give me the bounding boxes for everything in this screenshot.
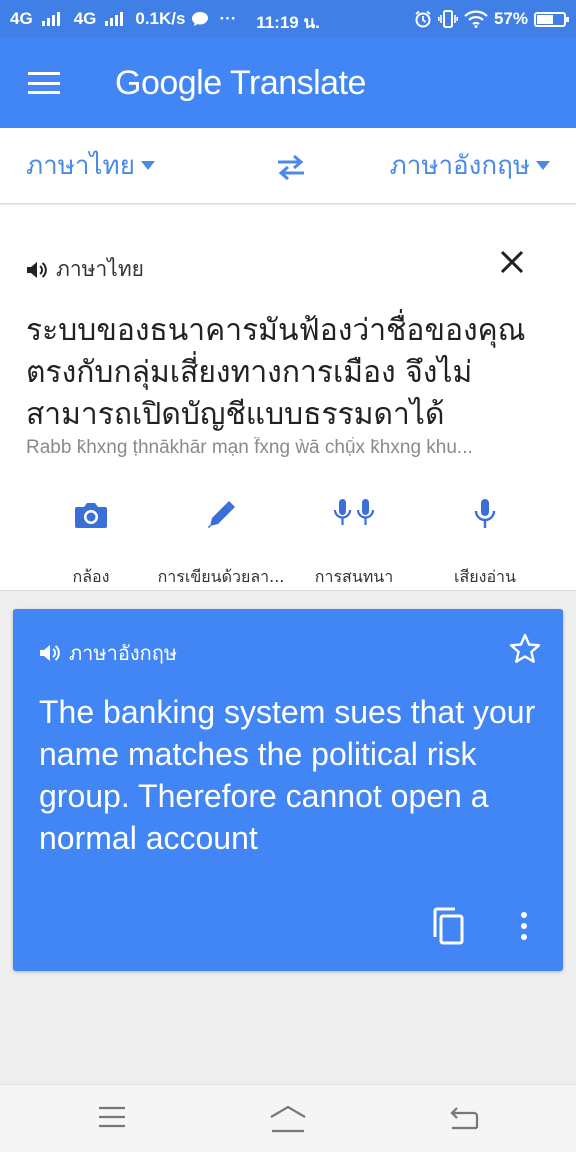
source-language-selector[interactable]: ภาษาไทย [26, 145, 155, 186]
camera-label: กล้อง [72, 567, 110, 586]
romanization-text: Rabb k̄hxng ṭhnākhār mạn f̂xng ẁā chụ̄̀x… [26, 437, 473, 458]
target-speak-button[interactable]: ภาษาอังกฤษ [39, 637, 177, 669]
star-icon[interactable] [509, 633, 541, 663]
battery-fill [537, 14, 553, 24]
network-type-2: 4G [73, 9, 97, 28]
status-left: 4G 4G 0.1K/s ··· [10, 9, 236, 29]
caret-down-icon [140, 161, 155, 170]
translated-text: The banking system sues that your name m… [39, 694, 536, 856]
speaker-icon [40, 645, 60, 661]
copy-icon[interactable] [431, 907, 465, 945]
handwriting-label: การเขียนด้วยลา... [157, 567, 285, 586]
swap-languages-icon[interactable] [274, 154, 308, 180]
signal-icon [41, 12, 60, 26]
speaker-icon [27, 261, 47, 278]
signal-icon-2 [105, 12, 124, 26]
battery-percent: 57% [493, 9, 528, 28]
dual-microphone-icon [333, 499, 375, 525]
caret-down-icon [536, 161, 550, 170]
status-right: 57% [414, 9, 569, 29]
alarm-icon [415, 10, 431, 28]
status-bar: 4G 4G 0.1K/s ··· 11:19 น. 57% [0, 0, 576, 38]
microphone-icon [474, 499, 496, 528]
camera-icon [75, 503, 107, 528]
home-nav-icon[interactable] [268, 1105, 308, 1133]
battery-icon [534, 11, 569, 27]
conversation-tool[interactable]: การสนทนา [282, 495, 426, 590]
conversation-label: การสนทนา [314, 567, 394, 586]
input-card: ภาษาไทย ระบบของธนาคารมันฟ้องว่าชื่อของคุ… [0, 205, 576, 591]
voice-tool[interactable]: เสียงอ่าน [413, 495, 557, 590]
voice-label: เสียงอ่าน [454, 567, 516, 586]
vibrate-icon [437, 10, 458, 28]
target-label: ภาษาอังกฤษ [69, 641, 178, 665]
app-bar: Google Translate [0, 38, 576, 128]
target-language-selector[interactable]: ภาษาอังกฤษ [390, 145, 550, 186]
network-type-1: 4G [10, 9, 33, 28]
handwriting-tool[interactable]: การเขียนด้วยลา... [149, 495, 293, 590]
translation-result-card[interactable]: ภาษาอังกฤษ The banking system sues that … [13, 609, 563, 971]
overflow-dots: ··· [219, 9, 237, 28]
target-language-label: ภาษาอังกฤษ [389, 151, 530, 181]
language-bar: ภาษาไทย ภาษาอังกฤษ [0, 128, 576, 204]
more-options-icon[interactable] [519, 911, 529, 941]
app-title: Google Translate [115, 64, 366, 103]
wifi-icon [464, 10, 488, 28]
input-tools: กล้อง การเขียนด้วยลา... การสนทนา เสียงอ่… [0, 495, 576, 586]
source-language-label: ภาษาไทย [26, 151, 135, 181]
network-speed: 0.1K/s [135, 9, 186, 28]
app-title-google: Google [115, 63, 222, 102]
message-icon [192, 12, 209, 26]
source-text[interactable]: ระบบของธนาคารมันฟ้องว่าชื่อของคุณตรงกับก… [26, 310, 556, 436]
back-nav-icon[interactable] [448, 1105, 480, 1131]
system-navigation-bar [0, 1084, 576, 1152]
app-title-translate: Translate [229, 63, 366, 102]
hamburger-menu-icon[interactable] [28, 72, 60, 94]
menu-nav-icon[interactable] [97, 1105, 127, 1129]
pen-icon [208, 501, 235, 528]
source-speak-button[interactable]: ภาษาไทย [26, 253, 144, 286]
camera-tool[interactable]: กล้อง [19, 495, 163, 590]
source-label: ภาษาไทย [56, 257, 144, 281]
clear-input-icon[interactable] [500, 250, 524, 274]
